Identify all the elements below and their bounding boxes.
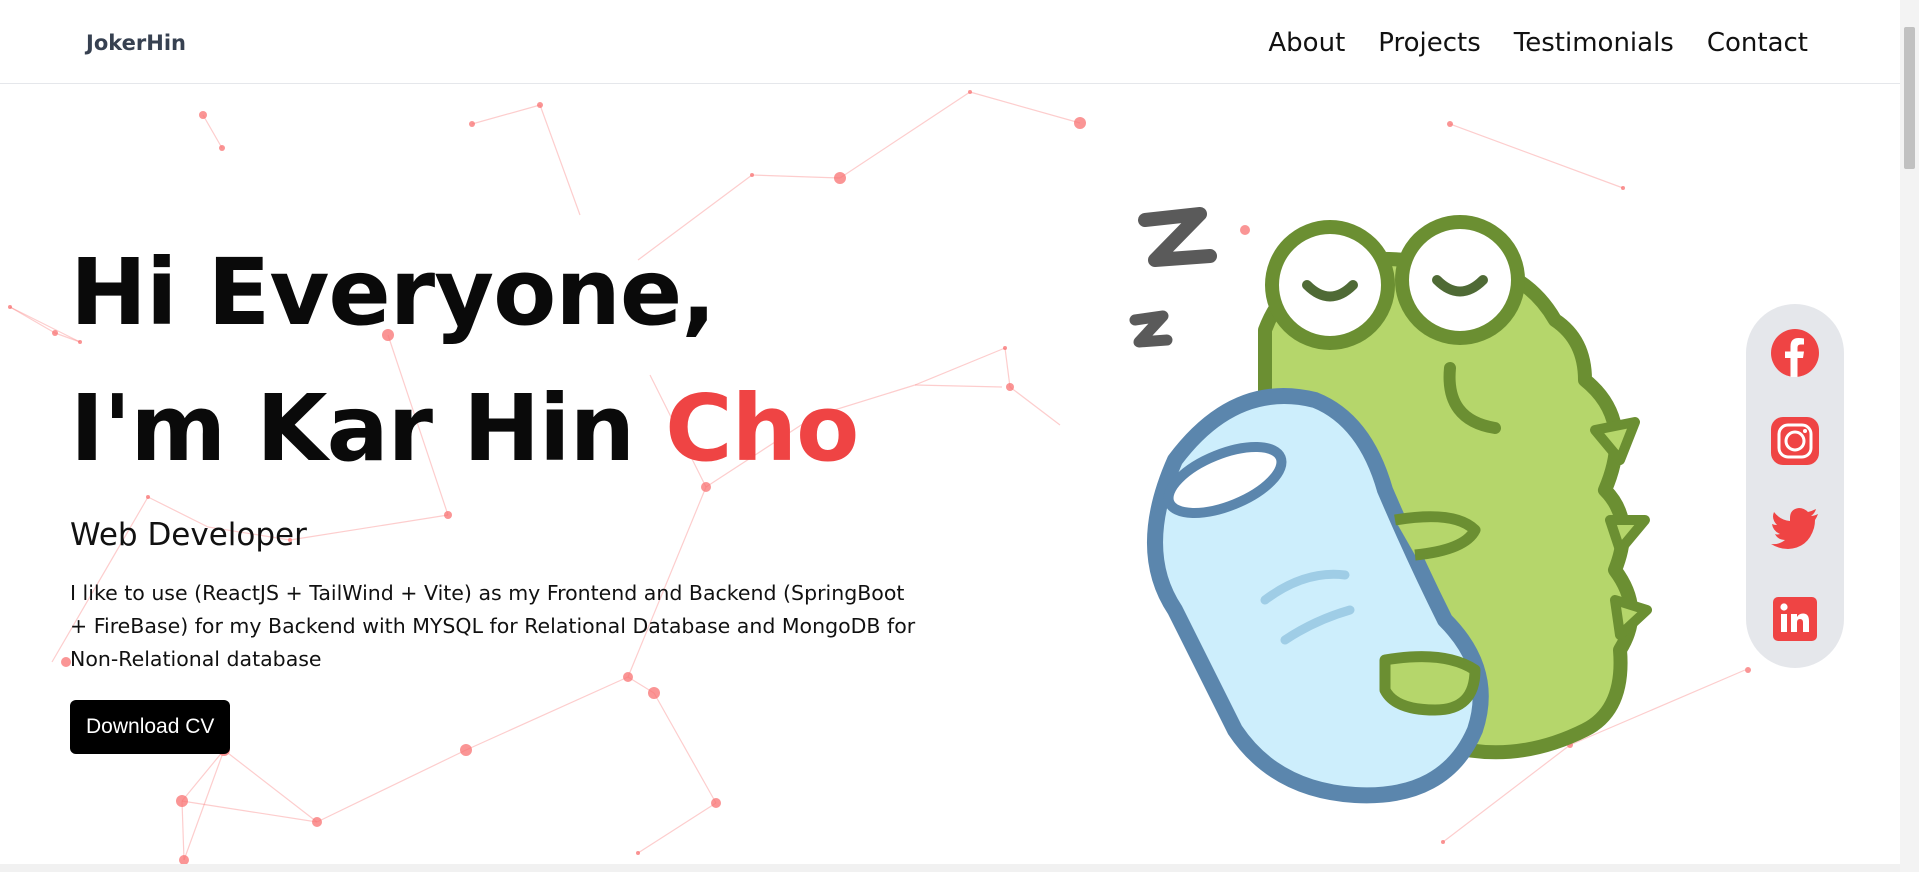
nav-link-testimonials[interactable]: Testimonials [1514, 28, 1674, 58]
nav-link-about[interactable]: About [1268, 28, 1345, 58]
bio-paragraph: I like to use (ReactJS + TailWind + Vite… [70, 581, 916, 671]
facebook-icon[interactable] [1770, 328, 1820, 378]
intro-text: I'm Kar Hin [70, 375, 666, 482]
hero-headline: Hi Everyone, I'm Kar Hin Cho [70, 225, 920, 497]
nav-link-projects[interactable]: Projects [1378, 28, 1481, 58]
linkedin-icon[interactable] [1770, 594, 1820, 644]
sleeping-frog-illustration [1129, 207, 1652, 804]
nav-link-contact[interactable]: Contact [1707, 28, 1808, 58]
social-links-bar [1746, 304, 1844, 668]
vertical-scrollbar[interactable] [1900, 0, 1919, 872]
top-navbar: JokerHin About Projects Testimonials Con… [0, 0, 1900, 84]
twitter-icon[interactable] [1770, 504, 1820, 554]
download-cv-button[interactable]: Download CV [70, 700, 231, 754]
horizontal-scrollbar[interactable] [0, 864, 1900, 872]
greeting-text: Hi Everyone, [70, 239, 716, 346]
instagram-icon[interactable] [1770, 416, 1820, 466]
brand-logo[interactable]: JokerHin [86, 31, 186, 55]
hero-section: Hi Everyone, I'm Kar Hin Cho Web Develop… [70, 225, 920, 754]
role-title: Web Developer [70, 517, 307, 553]
intro-highlight: Cho [665, 375, 859, 482]
nav-links: About Projects Testimonials Contact [1268, 28, 1808, 58]
scrollbar-thumb[interactable] [1904, 27, 1915, 169]
